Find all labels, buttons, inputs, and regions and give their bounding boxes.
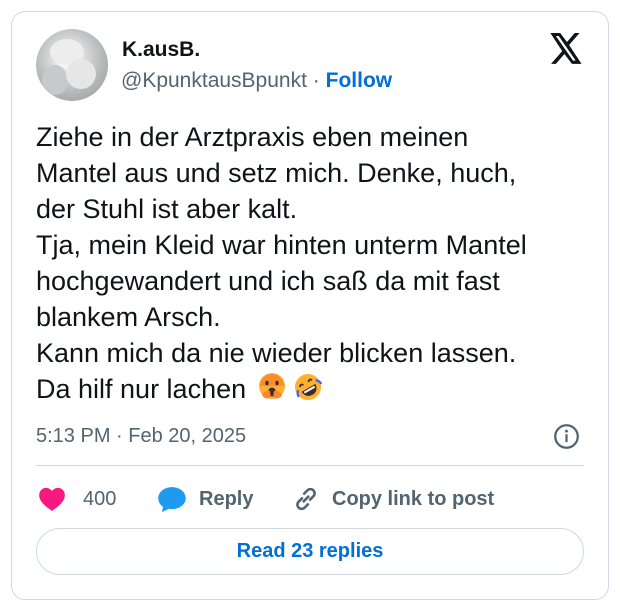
info-icon[interactable] — [553, 423, 580, 450]
x-logo-icon[interactable] — [549, 33, 583, 64]
separator-dot: · — [312, 69, 320, 92]
copy-link-button[interactable]: Copy link to post — [292, 484, 494, 514]
tweet-last-line: Da hilf nur lachen — [36, 371, 596, 407]
tweet-line: Ziehe in der Arztpraxis eben meinen — [36, 122, 469, 152]
author-display-name[interactable]: K.ausB. — [122, 37, 200, 63]
author-handle[interactable]: @KpunktausBpunkt — [121, 69, 307, 92]
tweet-line: der Stuhl ist aber kalt. — [36, 194, 298, 224]
avatar[interactable] — [36, 29, 108, 101]
heart-icon — [39, 487, 65, 511]
read-replies-label: Read 23 replies — [236, 540, 384, 562]
reply-label: Reply — [199, 487, 254, 510]
follow-button[interactable]: Follow — [326, 69, 393, 92]
tweet-line: Da hilf nur lachen — [36, 374, 247, 404]
face-with-hand-over-mouth-icon — [259, 373, 286, 399]
tweet-line: Mantel aus und setz mich. Denke, huch, — [36, 158, 517, 188]
read-replies-button[interactable]: Read 23 replies — [36, 528, 584, 575]
link-icon — [296, 487, 316, 511]
tweet-line: blankem Arsch. — [36, 302, 221, 332]
like-button[interactable]: 400 — [38, 484, 116, 514]
tweet-text: Ziehe in der Arztpraxis eben meinen Mant… — [36, 119, 596, 407]
rolling-on-floor-laughing-icon — [295, 374, 323, 400]
tweet-line: Kann mich da nie wieder blicken lassen. — [36, 338, 517, 368]
copy-link-label: Copy link to post — [332, 487, 495, 510]
divider — [36, 465, 584, 466]
tweet-line: Tja, mein Kleid war hinten unterm Mantel — [36, 230, 527, 260]
speech-bubble-icon — [158, 487, 186, 513]
tweet-timestamp[interactable]: 5:13 PM · Feb 20, 2025 — [36, 424, 246, 448]
reply-button[interactable]: Reply — [157, 484, 253, 514]
author-handle-row: @KpunktausBpunkt · Follow — [121, 68, 392, 94]
like-count: 400 — [83, 487, 117, 510]
tweet-line: hochgewandert und ich saß da mit fast — [36, 266, 500, 296]
